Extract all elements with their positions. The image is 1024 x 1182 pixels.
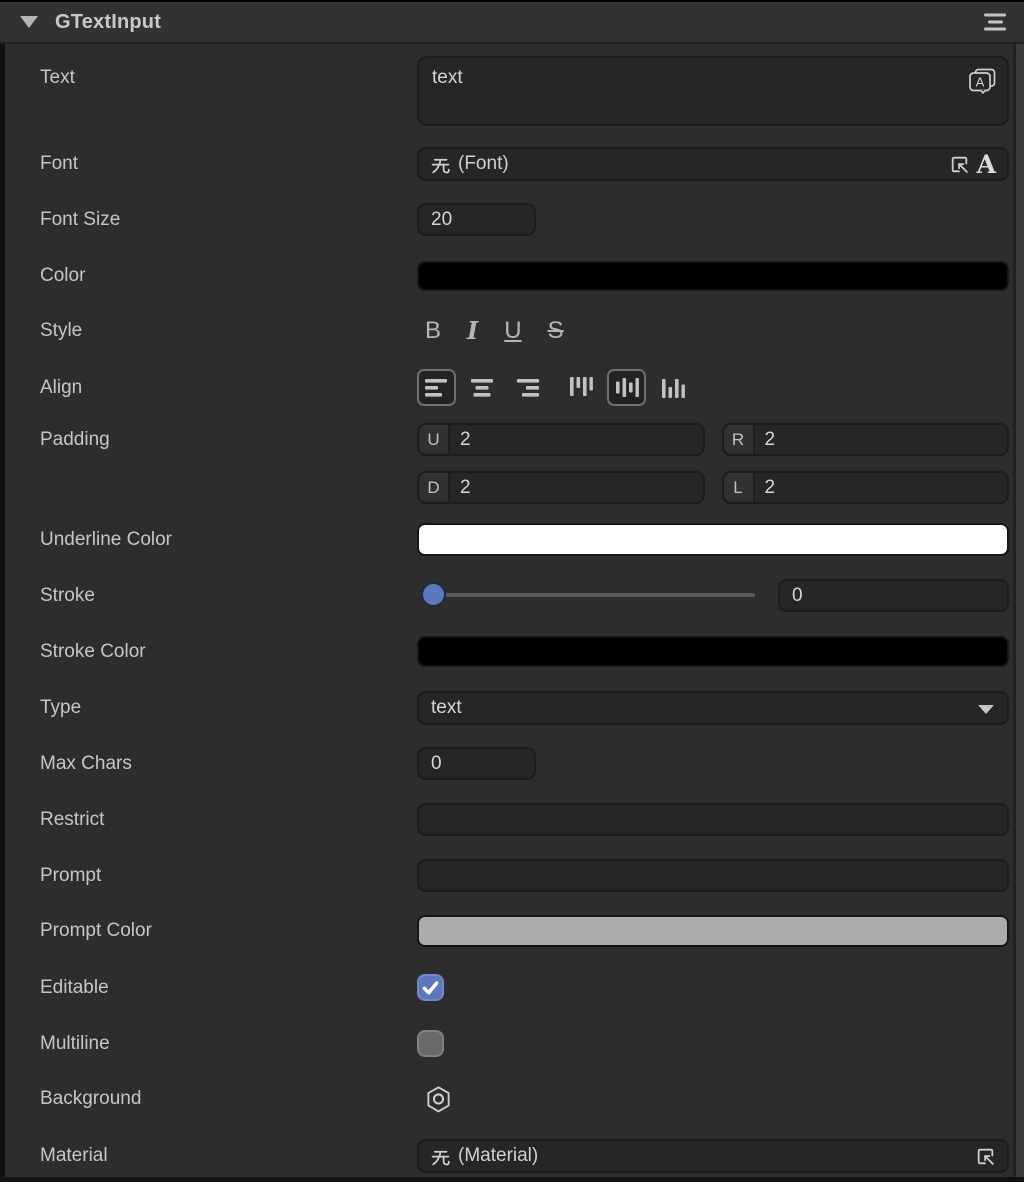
italic-button[interactable]: I xyxy=(467,319,478,343)
font-object-field[interactable]: (Font) A xyxy=(417,147,1009,181)
max-chars-input[interactable]: 0 xyxy=(417,747,536,780)
font-size-label: Font Size xyxy=(40,209,120,231)
hexagon-asset-icon[interactable] xyxy=(423,1084,454,1115)
editable-label: Editable xyxy=(40,977,109,999)
font-value-suffix: (Font) xyxy=(458,153,509,175)
prompt-label: Prompt xyxy=(40,865,101,887)
object-picker-icon[interactable] xyxy=(949,154,970,175)
object-picker-icon[interactable] xyxy=(975,1146,996,1167)
scrollbar-track[interactable] xyxy=(1016,44,1024,1182)
stroke-slider-knob[interactable] xyxy=(421,582,446,607)
align-buttons xyxy=(417,369,1009,406)
stroke-value: 0 xyxy=(780,585,803,607)
menu-icon[interactable] xyxy=(984,10,1006,35)
padding-left-value: 2 xyxy=(755,477,776,499)
align-label: Align xyxy=(40,377,82,399)
check-icon xyxy=(420,977,441,998)
max-chars-label: Max Chars xyxy=(40,753,132,775)
strikethrough-button[interactable]: S xyxy=(548,319,564,343)
prompt-color-swatch[interactable] xyxy=(417,915,1009,947)
background-label: Background xyxy=(40,1088,141,1110)
inspector-panel: GTextInput Text text A Font xyxy=(0,0,1024,1182)
style-label: Style xyxy=(40,320,82,342)
font-size-value: 20 xyxy=(419,209,452,231)
padding-up-value: 2 xyxy=(450,429,471,451)
component-title: GTextInput xyxy=(55,11,161,34)
type-label: Type xyxy=(40,697,81,719)
underline-button[interactable]: U xyxy=(504,319,521,343)
svg-text:A: A xyxy=(976,75,985,90)
multiline-checkbox[interactable] xyxy=(417,1030,444,1057)
panel-bottom-edge xyxy=(0,1177,1024,1182)
stroke-label: Stroke xyxy=(40,585,95,607)
prompt-color-label: Prompt Color xyxy=(40,920,152,942)
align-left-icon xyxy=(424,376,449,400)
max-chars-value: 0 xyxy=(419,753,442,775)
foldout-triangle-icon[interactable] xyxy=(20,16,38,28)
valign-top-button[interactable] xyxy=(561,369,600,406)
padding-right-input[interactable]: R 2 xyxy=(722,423,1010,456)
editable-checkbox[interactable] xyxy=(417,974,444,1001)
font-size-input[interactable]: 20 xyxy=(417,203,536,236)
padding-label: Padding xyxy=(40,429,110,451)
align-center-button[interactable] xyxy=(463,369,502,406)
padding-up-prefix: U xyxy=(419,425,450,454)
align-left-button[interactable] xyxy=(417,369,456,406)
restrict-input[interactable] xyxy=(417,803,1009,836)
multiline-label: Multiline xyxy=(40,1033,110,1055)
material-object-field[interactable]: (Material) xyxy=(417,1139,1009,1173)
restrict-label: Restrict xyxy=(40,809,104,831)
prompt-input[interactable] xyxy=(417,859,1009,892)
text-value: text xyxy=(419,58,1007,89)
align-right-button[interactable] xyxy=(509,369,548,406)
bold-button[interactable]: B xyxy=(425,319,441,343)
underline-color-label: Underline Color xyxy=(40,529,172,551)
none-cn-glyph-icon xyxy=(430,154,451,175)
stroke-color-swatch[interactable] xyxy=(417,636,1009,667)
valign-bottom-icon xyxy=(660,375,685,400)
align-center-icon xyxy=(470,376,495,400)
padding-up-input[interactable]: U 2 xyxy=(417,423,705,456)
stroke-color-label: Stroke Color xyxy=(40,641,146,663)
none-cn-glyph-icon xyxy=(430,1146,451,1167)
stroke-input[interactable]: 0 xyxy=(778,579,1009,612)
color-swatch[interactable] xyxy=(417,261,1009,291)
text-input[interactable]: text A xyxy=(417,56,1009,126)
valign-middle-icon xyxy=(614,375,639,400)
align-right-icon xyxy=(516,376,541,400)
padding-left-input[interactable]: L 2 xyxy=(722,471,1010,504)
stroke-slider-track[interactable] xyxy=(425,593,755,597)
material-value-suffix: (Material) xyxy=(458,1145,538,1167)
valign-middle-button[interactable] xyxy=(607,369,646,406)
font-label: Font xyxy=(40,153,78,175)
panel-left-edge xyxy=(0,44,5,1182)
chevron-down-icon xyxy=(978,705,994,714)
type-dropdown[interactable]: text xyxy=(417,691,1009,725)
color-label: Color xyxy=(40,265,85,287)
style-buttons: B I U S xyxy=(417,313,1009,349)
component-header[interactable]: GTextInput xyxy=(0,0,1024,44)
padding-right-prefix: R xyxy=(724,425,755,454)
padding-down-value: 2 xyxy=(450,477,471,499)
padding-down-prefix: D xyxy=(419,473,450,502)
underline-color-swatch[interactable] xyxy=(417,523,1009,556)
text-bubble-icon: A xyxy=(966,65,999,98)
type-value: text xyxy=(419,697,462,719)
valign-bottom-button[interactable] xyxy=(653,369,692,406)
padding-right-value: 2 xyxy=(755,429,776,451)
text-label: Text xyxy=(40,67,75,89)
material-label: Material xyxy=(40,1145,108,1167)
padding-down-input[interactable]: D 2 xyxy=(417,471,705,504)
font-a-icon[interactable]: A xyxy=(977,152,996,177)
valign-top-icon xyxy=(568,375,593,400)
padding-left-prefix: L xyxy=(724,473,755,502)
